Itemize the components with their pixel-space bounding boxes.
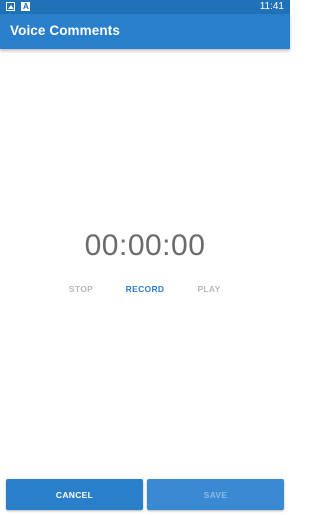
play-button[interactable]: PLAY — [197, 284, 220, 294]
status-icons — [6, 2, 30, 11]
recording-timer: 00:00:00 — [84, 229, 206, 262]
image-icon — [6, 2, 15, 11]
save-button[interactable]: SAVE — [147, 479, 284, 510]
app-bar: Voice Comments — [0, 14, 290, 49]
app-title: Voice Comments — [10, 23, 120, 38]
stop-button[interactable]: STOP — [69, 284, 93, 294]
voice-comments-screen: 11:41 Voice Comments 00:00:00 STOP RECOR… — [0, 0, 290, 515]
record-button[interactable]: RECORD — [126, 284, 165, 294]
a-notification-icon — [21, 2, 30, 11]
status-time: 11:41 — [259, 1, 284, 12]
cancel-button[interactable]: CANCEL — [6, 479, 143, 510]
status-bar: 11:41 — [0, 0, 290, 14]
recorder-controls: STOP RECORD PLAY — [0, 284, 290, 298]
